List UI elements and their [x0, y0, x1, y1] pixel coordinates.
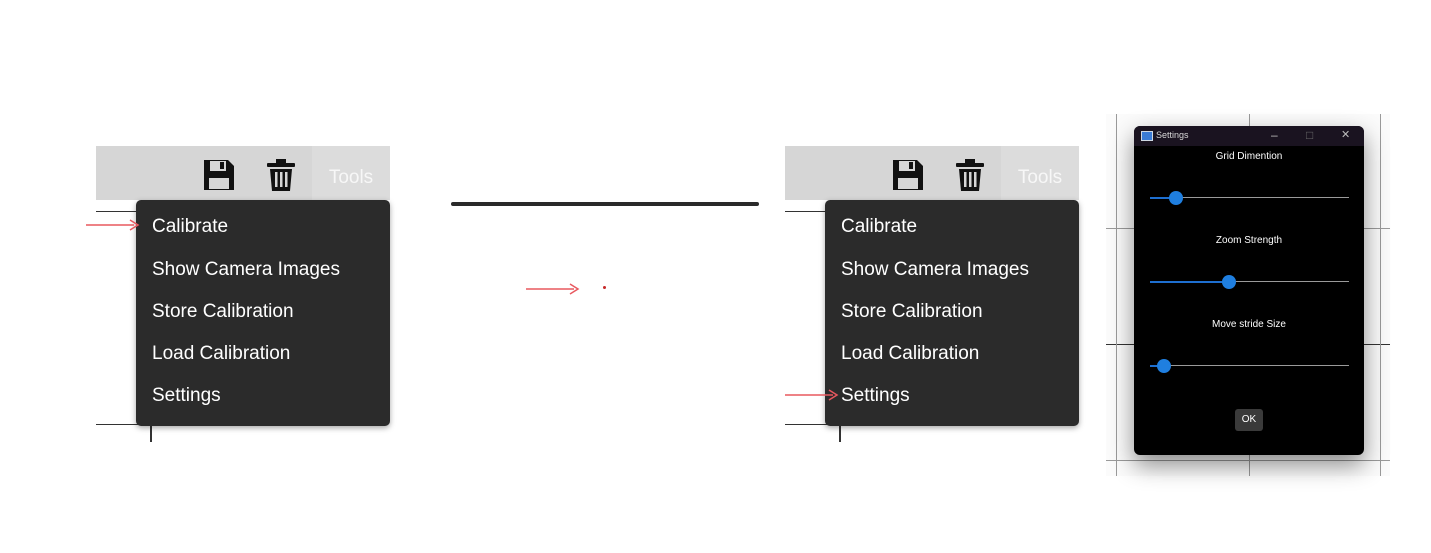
right-arrow — [86, 219, 140, 231]
cursor-dot — [603, 286, 606, 289]
menu-item-calibrate[interactable]: Calibrate — [152, 216, 228, 238]
loading-bar — [451, 202, 759, 206]
tools-menu-button[interactable]: Tools — [1001, 146, 1079, 200]
right-arrow — [526, 283, 580, 295]
zoom-strength-slider[interactable] — [1150, 274, 1349, 290]
divider-line — [96, 424, 140, 425]
save-icon[interactable] — [891, 158, 925, 192]
menu-item-load-calibration[interactable]: Load Calibration — [841, 343, 979, 365]
menu-item-show-camera-images[interactable]: Show Camera Images — [841, 259, 1029, 281]
tools-dropdown-menu: Calibrate Show Camera Images Store Calib… — [825, 200, 1079, 426]
move-stride-size-label: Move stride Size — [1212, 319, 1286, 330]
slider-thumb[interactable] — [1222, 275, 1237, 289]
trash-icon[interactable] — [953, 158, 987, 192]
menu-item-store-calibration[interactable]: Store Calibration — [152, 301, 294, 323]
grid-line — [1106, 460, 1390, 461]
zoom-strength-label: Zoom Strength — [1215, 235, 1283, 246]
minimize-button[interactable]: – — [1271, 128, 1278, 142]
grid-line — [1116, 114, 1117, 476]
menu-item-store-calibration[interactable]: Store Calibration — [841, 301, 983, 323]
slider-fill — [1150, 281, 1230, 283]
maximize-button[interactable]: □ — [1306, 128, 1313, 142]
menu-item-show-camera-images[interactable]: Show Camera Images — [152, 259, 340, 281]
grid-dimention-slider[interactable] — [1150, 190, 1349, 206]
dialog-title: Settings — [1156, 130, 1189, 140]
divider-line — [839, 424, 841, 442]
divider-line — [785, 424, 829, 425]
tools-menu-button[interactable]: Tools — [312, 146, 390, 200]
toolbar-right: Tools — [785, 146, 1079, 200]
slider-thumb[interactable] — [1157, 359, 1172, 373]
toolbar-left: Tools — [96, 146, 390, 200]
slider-track — [1150, 365, 1349, 366]
divider-line — [96, 211, 140, 212]
save-icon[interactable] — [202, 158, 236, 192]
menu-item-calibrate[interactable]: Calibrate — [841, 216, 917, 238]
dialog-titlebar[interactable]: Settings – □ ✕ — [1134, 126, 1364, 146]
grid-line — [1380, 114, 1381, 476]
menu-item-settings[interactable]: Settings — [152, 385, 221, 407]
right-arrow — [785, 389, 839, 401]
trash-icon[interactable] — [264, 158, 298, 192]
settings-dialog: Settings – □ ✕ Grid Dimention Zoom Stren… — [1134, 126, 1364, 455]
close-button[interactable]: ✕ — [1341, 128, 1350, 141]
slider-thumb[interactable] — [1168, 191, 1183, 205]
ok-button[interactable]: OK — [1235, 409, 1263, 431]
menu-item-load-calibration[interactable]: Load Calibration — [152, 343, 290, 365]
move-stride-size-slider[interactable] — [1150, 358, 1349, 374]
grid-dimention-label: Grid Dimention — [1215, 151, 1283, 162]
divider-line — [150, 424, 152, 442]
menu-item-settings[interactable]: Settings — [841, 385, 910, 407]
tools-dropdown-menu: Calibrate Show Camera Images Store Calib… — [136, 200, 390, 426]
divider-line — [785, 211, 829, 212]
app-icon — [1141, 131, 1153, 141]
